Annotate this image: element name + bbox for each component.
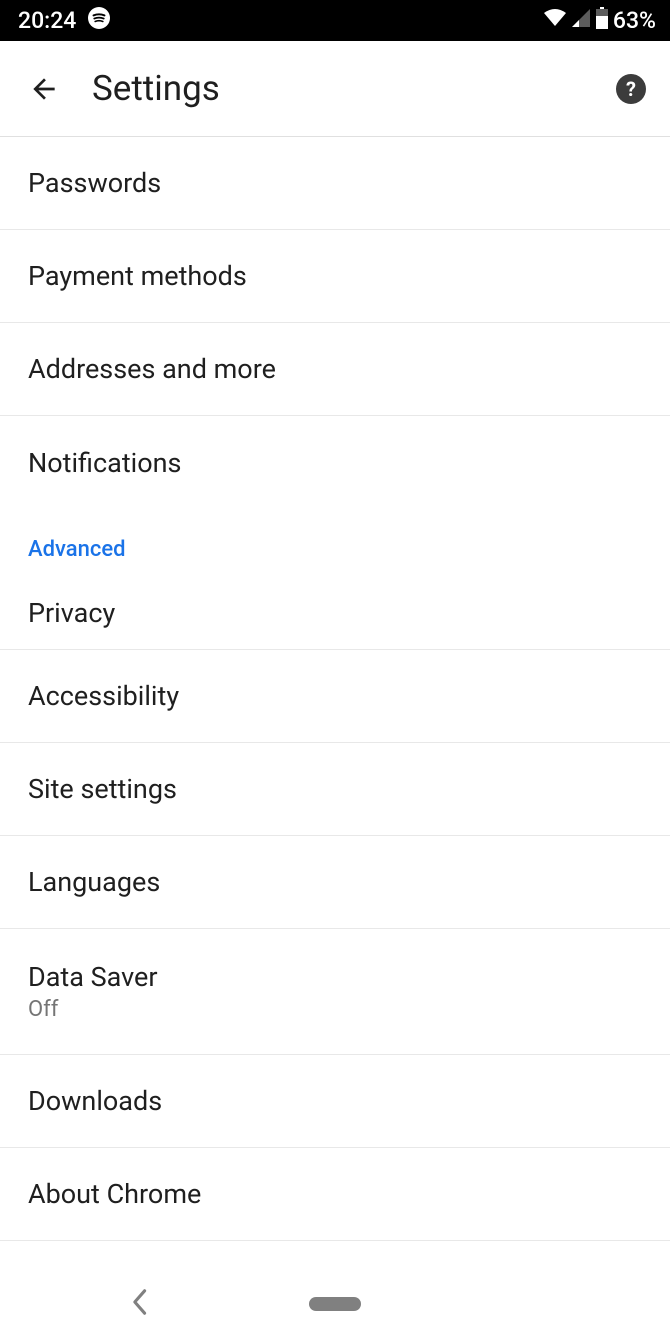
item-label: Languages	[28, 866, 642, 898]
spotify-icon	[88, 7, 110, 35]
nav-back-button[interactable]	[130, 1288, 148, 1320]
cell-signal-icon	[571, 7, 591, 34]
item-label: Data Saver	[28, 961, 642, 993]
page-title: Settings	[92, 68, 616, 109]
settings-item-downloads[interactable]: Downloads	[0, 1055, 670, 1148]
chevron-left-icon	[130, 1288, 148, 1316]
status-right: 63%	[543, 7, 656, 35]
wifi-icon	[543, 7, 567, 34]
settings-item-passwords[interactable]: Passwords	[0, 137, 670, 230]
item-label: Site settings	[28, 773, 642, 805]
settings-item-about-chrome[interactable]: About Chrome	[0, 1148, 670, 1241]
status-left: 20:24	[18, 7, 110, 35]
status-time: 20:24	[18, 7, 76, 34]
settings-list: Passwords Payment methods Addresses and …	[0, 137, 670, 1241]
section-header-advanced: Advanced	[0, 509, 670, 570]
item-label: Payment methods	[28, 260, 642, 292]
back-button[interactable]	[24, 69, 64, 109]
item-label: Accessibility	[28, 680, 642, 712]
arrow-back-icon	[28, 73, 60, 105]
settings-item-payment-methods[interactable]: Payment methods	[0, 230, 670, 323]
status-bar: 20:24 63%	[0, 0, 670, 41]
settings-item-notifications[interactable]: Notifications	[0, 416, 670, 509]
help-button[interactable]: ?	[616, 74, 646, 104]
battery-icon	[595, 7, 609, 35]
app-bar: Settings ?	[0, 41, 670, 137]
settings-item-accessibility[interactable]: Accessibility	[0, 650, 670, 743]
settings-item-site-settings[interactable]: Site settings	[0, 743, 670, 836]
item-label: Privacy	[28, 597, 642, 629]
navigation-bar	[0, 1268, 670, 1340]
item-label: Notifications	[28, 447, 642, 479]
item-label: Addresses and more	[28, 353, 642, 385]
item-sublabel: Off	[28, 997, 642, 1022]
item-label: Downloads	[28, 1085, 642, 1117]
item-label: About Chrome	[28, 1178, 642, 1210]
help-icon: ?	[626, 77, 636, 101]
battery-percent: 63%	[613, 7, 656, 34]
settings-item-data-saver[interactable]: Data Saver Off	[0, 929, 670, 1055]
settings-item-privacy[interactable]: Privacy	[0, 570, 670, 650]
item-label: Passwords	[28, 167, 642, 199]
nav-home-pill[interactable]	[309, 1297, 361, 1311]
settings-item-languages[interactable]: Languages	[0, 836, 670, 929]
settings-item-addresses[interactable]: Addresses and more	[0, 323, 670, 416]
